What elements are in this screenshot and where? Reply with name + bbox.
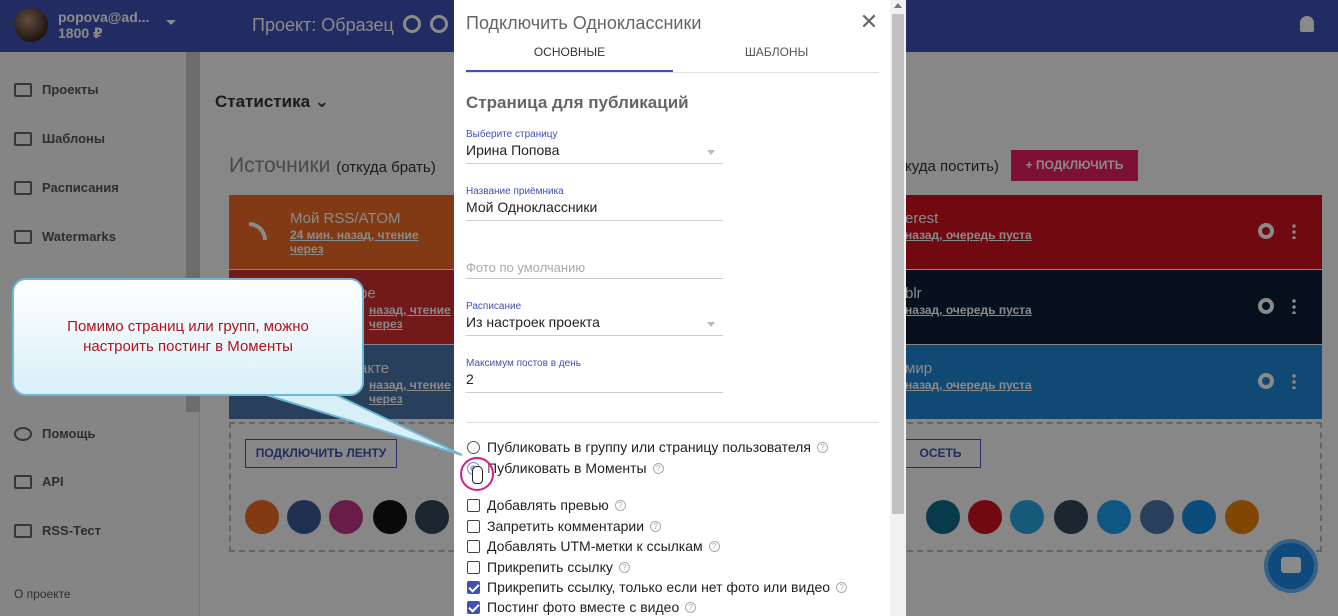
callout-text: Помимо страниц или групп, можно настроит… [67,318,309,355]
tutorial-callout: Помимо страниц или групп, можно настроит… [12,278,364,396]
hand-cursor-icon [472,466,483,484]
